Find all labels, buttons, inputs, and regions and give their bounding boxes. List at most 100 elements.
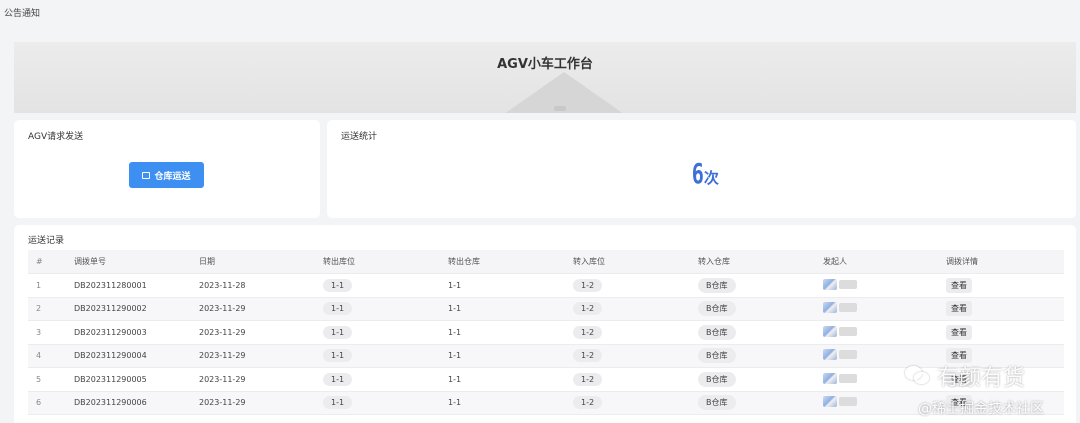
column-header-initiator: 发起人 [815,250,938,274]
banner-decoration-dot [554,106,566,111]
detail-cell: 查看 [938,297,1064,321]
shipping-stats-title: 运送统计 [341,132,378,142]
in-warehouse-tag: B仓库 [698,348,736,364]
table-row: 2 DB202311290002 2023-11-29 1-1 1-1 1-2 … [28,297,1064,321]
avatar-image [823,302,837,314]
initiator-name-blurred [839,373,857,383]
column-header-out-location: 转出库位 [315,250,440,274]
table-row: 3 DB202311290003 2023-11-29 1-1 1-1 1-2 … [28,320,1064,345]
notice-label[interactable]: 公告通知 [4,6,40,19]
in-warehouse-tag: B仓库 [698,371,736,387]
out-warehouse: 1-1 [440,367,565,392]
view-detail-button[interactable]: 查看 [946,324,972,340]
in-location-tag: 1-2 [573,349,603,363]
row-index: 6 [28,391,66,415]
out-location-tag: 1-1 [323,278,353,292]
shipping-records-card: 运送记录 # 调拨单号 日期 转出库位 转出仓库 转入库位 转入仓库 发起人 调… [14,225,1076,423]
out-warehouse: 1-1 [440,320,565,345]
out-location-tag: 1-1 [323,372,353,386]
in-location-cell: 1-2 [565,367,690,392]
view-detail-button[interactable]: 查看 [946,301,972,317]
avatar [823,372,857,384]
table-row: 6 DB202311290006 2023-11-29 1-1 1-1 1-2 … [28,391,1064,415]
wechat-icon [905,366,931,386]
in-location-tag: 1-2 [573,396,603,410]
initiator-name-blurred [839,397,857,407]
watermark-account-name: 有颜有货 [937,366,1026,391]
order-date: 2023-11-28 [191,273,315,298]
avatar-image [823,325,837,337]
detail-cell: 查看 [938,320,1064,345]
in-location-cell: 1-2 [565,273,690,298]
avatar-image [823,396,837,408]
column-header-out-warehouse: 转出仓库 [440,250,565,274]
shipping-records-title: 运送记录 [28,236,65,246]
order-number: DB202311290005 [66,367,191,392]
order-number: DB202311290003 [66,320,191,345]
avatar [823,278,857,290]
out-warehouse: 1-1 [440,297,565,321]
in-location-tag: 1-2 [573,278,603,292]
initiator-name-blurred [839,350,857,360]
initiator-name-blurred [839,326,857,336]
row-index: 2 [28,297,66,321]
shipping-stats-card: 运送统计 6 次 [327,120,1076,218]
avatar [823,349,857,361]
column-header-in-warehouse: 转入仓库 [690,250,815,274]
out-location-cell: 1-1 [315,273,440,298]
agv-request-card: AGV请求发送 仓库运送 [14,120,320,218]
out-location-cell: 1-1 [315,367,440,392]
order-date: 2023-11-29 [191,297,315,321]
shipping-count: 6 次 [687,157,719,190]
order-number: DB202311290004 [66,344,191,368]
in-location-cell: 1-2 [565,297,690,321]
out-location-tag: 1-1 [323,396,353,410]
column-header-detail: 调拨详情 [938,250,1064,274]
out-location-tag: 1-1 [323,325,353,339]
shipping-count-unit: 次 [703,169,719,187]
out-warehouse: 1-1 [440,391,565,415]
avatar-image [823,278,837,290]
warehouse-ship-button[interactable]: 仓库运送 [129,162,204,188]
warehouse-ship-label: 仓库运送 [154,171,191,182]
row-index: 1 [28,273,66,298]
view-detail-button[interactable]: 查看 [946,277,972,293]
order-number: DB202311290006 [66,391,191,415]
out-warehouse: 1-1 [440,344,565,368]
order-number: DB202311280001 [66,273,191,298]
in-warehouse-tag: B仓库 [698,324,736,340]
in-warehouse-cell: B仓库 [690,273,815,298]
row-index: 5 [28,367,66,392]
watermark-account: 有颜有货 [905,360,1025,392]
avatar [823,302,857,314]
column-header-order-no: 调拨单号 [66,250,191,274]
out-location-tag: 1-1 [323,349,353,363]
avatar-image [823,372,837,384]
in-warehouse-cell: B仓库 [690,344,815,368]
out-location-cell: 1-1 [315,344,440,368]
initiator-cell [815,320,938,345]
avatar [823,396,857,408]
in-warehouse-cell: B仓库 [690,391,815,415]
column-header-in-location: 转入库位 [565,250,690,274]
in-location-tag: 1-2 [573,372,603,386]
table-header-row: # 调拨单号 日期 转出库位 转出仓库 转入库位 转入仓库 发起人 调拨详情 [28,250,1064,274]
banner: AGV小车工作台 [14,42,1076,113]
out-location-cell: 1-1 [315,297,440,321]
watermark-community: @稀土掘金技术社区 [918,401,1044,417]
order-date: 2023-11-29 [191,367,315,392]
in-location-cell: 1-2 [565,320,690,345]
in-location-cell: 1-2 [565,344,690,368]
in-location-tag: 1-2 [573,302,603,316]
in-location-tag: 1-2 [573,325,603,339]
row-index: 4 [28,344,66,368]
out-location-cell: 1-1 [315,320,440,345]
order-number: DB202311290002 [66,297,191,321]
in-warehouse-cell: B仓库 [690,297,815,321]
out-location-tag: 1-1 [323,302,353,316]
out-location-cell: 1-1 [315,391,440,415]
agv-request-title: AGV请求发送 [28,132,84,142]
initiator-name-blurred [839,303,857,313]
truck-icon [142,171,151,179]
in-warehouse-cell: B仓库 [690,320,815,345]
